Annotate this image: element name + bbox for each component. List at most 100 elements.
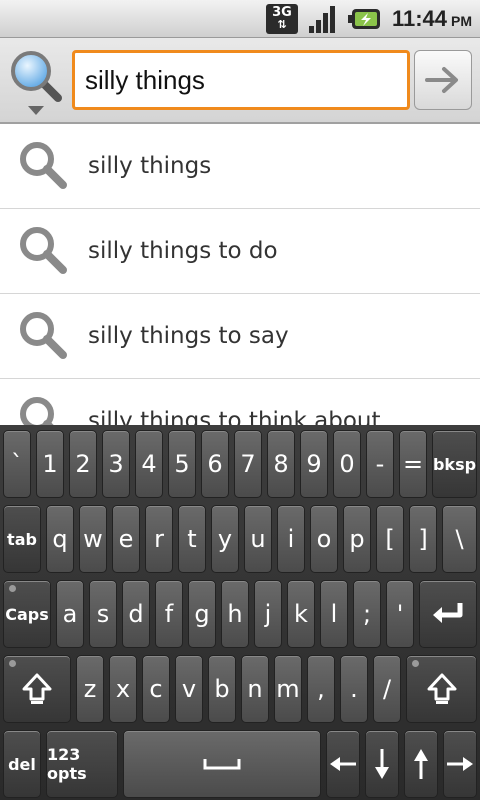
key-delete[interactable]: del [3,730,41,798]
battery-charging-icon [347,7,382,31]
shift-arrow-icon [22,673,52,704]
key-6[interactable]: 6 [201,430,229,498]
key-l[interactable]: l [320,580,348,648]
key-i[interactable]: i [277,505,305,573]
key-a[interactable]: a [56,580,84,648]
key-equals[interactable]: = [399,430,427,498]
key-minus[interactable]: - [366,430,394,498]
status-bar: 3G ⇅ 11:44 PM [0,0,480,38]
key-0[interactable]: 0 [333,430,361,498]
key-arrow-right[interactable] [443,730,477,798]
key-apostrophe[interactable]: ' [386,580,414,648]
key-h[interactable]: h [221,580,249,648]
key-s[interactable]: s [89,580,117,648]
suggestion-list: silly things silly things to do silly th… [0,124,480,428]
key-backslash[interactable]: \ [442,505,477,573]
clock-ampm: PM [451,12,472,29]
key-arrow-up[interactable] [404,730,438,798]
network-type-label: 3G [272,4,292,20]
key-comma[interactable]: , [307,655,335,723]
suggestion-item[interactable]: silly things to think about [0,379,480,428]
key-r[interactable]: r [145,505,173,573]
clock-time: 11:44 [391,5,447,31]
space-bar-icon [203,759,241,770]
key-y[interactable]: y [211,505,239,573]
key-bracket-left[interactable]: [ [376,505,404,573]
suggestion-item[interactable]: silly things to do [0,209,480,294]
search-input-box[interactable] [72,50,410,110]
search-icon [20,227,67,274]
shift-arrow-icon [427,673,456,704]
key-o[interactable]: o [310,505,338,573]
key-semicolon[interactable]: ; [353,580,381,648]
chevron-down-icon [28,106,44,115]
key-enter[interactable] [419,580,477,648]
key-caps[interactable]: Caps [3,580,51,648]
signal-strength-icon [308,4,338,34]
key-shift-left[interactable] [3,655,71,723]
key-slash[interactable]: / [373,655,401,723]
key-f[interactable]: f [155,580,183,648]
key-z[interactable]: z [76,655,104,723]
key-arrow-down[interactable] [365,730,399,798]
key-9[interactable]: 9 [300,430,328,498]
key-t[interactable]: t [178,505,206,573]
key-shift-right[interactable] [406,655,477,723]
key-g[interactable]: g [188,580,216,648]
clock: 11:44 PM [392,6,472,32]
key-x[interactable]: x [109,655,137,723]
key-w[interactable]: w [79,505,107,573]
key-8[interactable]: 8 [267,430,295,498]
suggestion-text: silly things to say [88,323,289,349]
key-period[interactable]: . [340,655,368,723]
key-bracket-right[interactable]: ] [409,505,437,573]
key-u[interactable]: u [244,505,272,573]
key-2[interactable]: 2 [69,430,97,498]
key-tab[interactable]: tab [3,505,41,573]
key-e[interactable]: e [112,505,140,573]
magnifier-icon [11,51,62,102]
key-n[interactable]: n [241,655,269,723]
key-q[interactable]: q [46,505,74,573]
suggestion-item[interactable]: silly things to say [0,294,480,379]
arrow-right-icon [425,67,458,93]
key-m[interactable]: m [274,655,302,723]
arrow-down-icon [375,749,389,779]
suggestion-text: silly things [88,153,212,179]
key-b[interactable]: b [208,655,236,723]
search-icon [20,397,57,428]
soft-keyboard: ` 1 2 3 4 5 6 7 8 9 0 - = bksp tab q w e… [0,425,480,800]
suggestion-item[interactable]: silly things [0,124,480,209]
key-1[interactable]: 1 [36,430,64,498]
caps-indicator-icon [9,585,16,592]
key-backspace[interactable]: bksp [432,430,477,498]
key-caps-label: Caps [5,604,49,624]
suggestion-text: silly things to do [88,238,278,264]
key-c[interactable]: c [142,655,170,723]
search-bar [0,38,480,124]
arrow-right-icon [447,757,473,771]
shift-indicator-icon [412,660,419,667]
search-icon [20,312,67,359]
network-3g-icon: 3G ⇅ [265,3,298,34]
key-d[interactable]: d [122,580,150,648]
key-7[interactable]: 7 [234,430,262,498]
key-3[interactable]: 3 [102,430,130,498]
arrow-up-icon [414,749,428,779]
go-button[interactable] [414,50,472,110]
key-123-opts[interactable]: 123 opts [46,730,118,798]
key-arrow-left[interactable] [326,730,360,798]
search-input[interactable] [85,64,397,96]
search-source-selector[interactable] [8,48,64,118]
key-p[interactable]: p [343,505,371,573]
key-space[interactable] [123,730,321,798]
key-k[interactable]: k [287,580,315,648]
search-icon [20,142,67,189]
key-v[interactable]: v [175,655,203,723]
arrow-left-icon [330,757,356,771]
key-j[interactable]: j [254,580,282,648]
key-backtick[interactable]: ` [3,430,31,498]
shift-indicator-icon [9,660,16,667]
key-4[interactable]: 4 [135,430,163,498]
key-5[interactable]: 5 [168,430,196,498]
